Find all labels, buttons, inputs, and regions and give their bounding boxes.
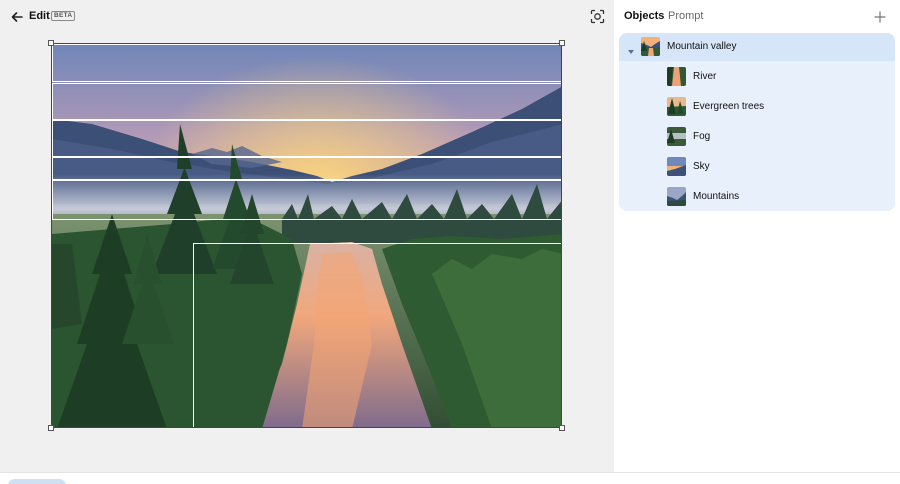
resize-handle-top-left[interactable] [48,40,54,46]
focus-scan-icon [590,9,605,24]
beta-badge: BETA [51,11,76,21]
focus-scan-button[interactable] [590,9,605,24]
bottom-action-button[interactable] [8,479,66,484]
image-canvas[interactable] [51,43,562,428]
tree-item-label: Mountain valley [667,41,737,52]
thumbnail [667,127,686,146]
thumbnail [641,37,660,56]
editor-toolbar: Edit BETA [0,0,614,34]
add-object-button[interactable] [874,10,886,23]
tree-item-river[interactable]: River [619,63,895,91]
caret-down-icon[interactable] [627,43,635,54]
tree-item-label: River [693,71,717,82]
tree-item-evergreen-trees[interactable]: Evergreen trees [619,93,895,121]
tree-item-label: Mountains [693,191,740,202]
thumbnail [667,67,686,86]
object-tree: Mountain valley River Evergreen trees Fo… [619,33,895,211]
canvas-area: Edit BETA [0,0,614,472]
tab-prompt[interactable]: Prompt [668,10,703,22]
tree-item-mountains[interactable]: Mountains [619,183,895,211]
tree-item-label: Fog [693,131,711,142]
tree-item-label: Sky [693,161,710,172]
objects-panel: Objects Prompt Mountain valley River Eve… [614,0,900,472]
bottom-bar [0,472,900,484]
plus-icon [874,11,886,23]
selection-mountains[interactable] [52,120,561,157]
resize-handle-bottom-right[interactable] [559,425,565,431]
page-title: Edit [29,10,50,22]
thumbnail [667,187,686,206]
tree-item-sky[interactable]: Sky [619,153,895,181]
selection-sky[interactable] [52,44,561,82]
arrow-left-icon [11,12,23,22]
selection-fog[interactable] [52,180,561,220]
tree-item-fog[interactable]: Fog [619,123,895,151]
resize-handle-bottom-left[interactable] [48,425,54,431]
selection-sky-glow[interactable] [52,83,561,120]
thumbnail [667,157,686,176]
selection-fog-upper[interactable] [52,157,561,180]
tree-item-label: Evergreen trees [693,101,765,112]
back-button[interactable] [9,9,25,25]
resize-handle-top-right[interactable] [559,40,565,46]
tree-item-mountain-valley[interactable]: Mountain valley [619,33,895,61]
selection-river[interactable] [193,243,561,427]
tab-objects[interactable]: Objects [624,10,664,22]
thumbnail [667,97,686,116]
